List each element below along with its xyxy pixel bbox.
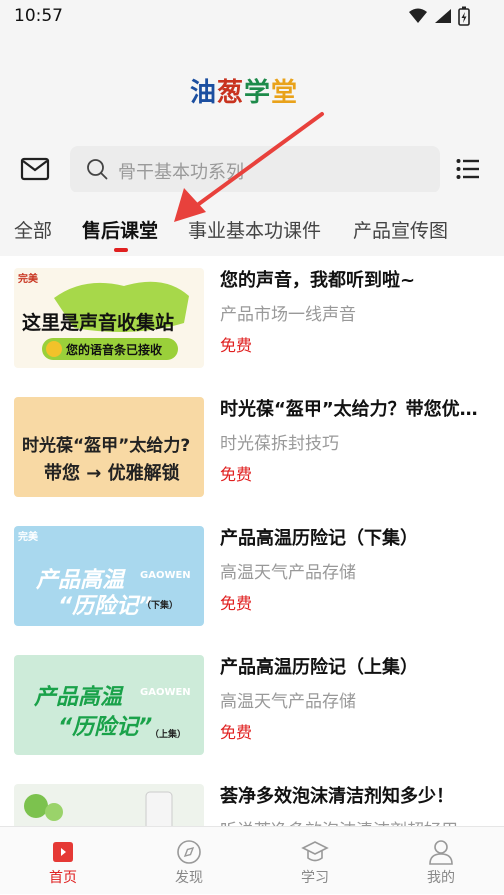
item-price: 免费 — [220, 594, 253, 613]
graduation-cap-icon — [301, 841, 329, 862]
item-title: 荟净多效泡沫清洁剂知多少！ — [220, 786, 454, 807]
thumb-episode: （下集） — [142, 601, 179, 611]
list-item[interactable]: 产品高温 GAOWEN “历险记” （上集） 产品高温历险记（上集） 高温天气产… — [0, 643, 504, 755]
tab-after-sales[interactable]: 售后课堂 — [82, 216, 158, 243]
nav-home[interactable]: 首页 — [0, 827, 126, 895]
thumb-brand: 完美 — [18, 274, 38, 285]
item-title: 您的声音，我都听到啦~ — [220, 270, 416, 291]
item-price: 免费 — [220, 336, 253, 355]
list-item[interactable]: 完美 这里是声音收集站 您的语音条已接收 您的声音，我都听到啦~ 产品市场一线声… — [0, 256, 504, 368]
item-subtitle: 高温天气产品存储 — [220, 692, 356, 712]
nav-label: 我的 — [427, 870, 455, 886]
logo-char: 油 — [190, 78, 218, 108]
list-item[interactable]: 时光葆“盔甲”太给力? 带您 → 优雅解锁 时光葆“盔甲”太给力？带您优… 时光… — [0, 385, 504, 497]
logo-char: 学 — [244, 78, 272, 108]
tab-product-posters[interactable]: 产品宣传图 — [353, 216, 448, 243]
course-list[interactable]: 完美 这里是声音收集站 您的语音条已接收 您的声音，我都听到啦~ 产品市场一线声… — [0, 256, 504, 826]
thumb-brand: 完美 — [18, 532, 38, 543]
status-bar: 10:57 — [0, 0, 504, 34]
logo-char: 葱 — [217, 78, 245, 108]
battery-icon — [458, 6, 470, 26]
mail-icon[interactable] — [20, 156, 50, 182]
home-icon — [53, 842, 73, 862]
nav-learn[interactable]: 学习 — [252, 827, 378, 895]
thumbnail: 完美 产品高温 GAOWEN “历险记” （下集） — [14, 526, 204, 626]
nav-mine[interactable]: 我的 — [378, 827, 504, 895]
thumb-episode: （上集） — [150, 730, 187, 740]
nav-label: 学习 — [301, 870, 329, 886]
item-title: 产品高温历险记（上集） — [220, 657, 418, 678]
signal-icon — [435, 9, 451, 23]
thumb-headline: 产品高温 — [34, 685, 123, 710]
bottom-nav: 首页 发现 学习 我的 — [0, 826, 504, 894]
status-time: 10:57 — [14, 6, 63, 26]
wifi-icon — [409, 8, 427, 23]
thumb-tag: GAOWEN — [140, 687, 191, 698]
nav-discover[interactable]: 发现 — [126, 827, 252, 895]
status-icons — [408, 6, 470, 26]
list-item[interactable]: 荟净多效泡沫清洁剂知多少！ 听说荟净多效泡沫清洁剂超好用 — [0, 772, 504, 826]
thumbnail — [14, 784, 204, 826]
search-icon — [87, 159, 108, 180]
app-logo: 油葱学堂 — [190, 72, 298, 109]
item-subtitle: 高温天气产品存储 — [220, 563, 356, 583]
item-subtitle: 产品市场一线声音 — [220, 305, 356, 325]
list-item[interactable]: 完美 产品高温 GAOWEN “历险记” （下集） 产品高温历险记（下集） 高温… — [0, 514, 504, 626]
search-input[interactable]: 骨干基本功系列 — [70, 146, 440, 193]
item-subtitle: 听说荟净多效泡沫清洁剂超好用 — [220, 816, 458, 826]
thumbnail: 完美 这里是声音收集站 您的语音条已接收 — [14, 268, 204, 368]
item-title: 时光葆“盔甲”太给力？带您优… — [220, 399, 478, 420]
thumb-headline: 时光葆“盔甲”太给力? — [22, 436, 191, 456]
thumb-tag: GAOWEN — [140, 570, 191, 581]
logo-char: 堂 — [271, 78, 299, 108]
thumbnail: 时光葆“盔甲”太给力? 带您 → 优雅解锁 — [14, 397, 204, 497]
thumbnail: 产品高温 GAOWEN “历险记” （上集） — [14, 655, 204, 755]
list-menu-icon[interactable] — [456, 158, 480, 180]
thumb-subline: 带您 → 优雅解锁 — [44, 463, 180, 484]
thumb-headline: 这里是声音收集站 — [22, 312, 175, 334]
compass-icon — [177, 840, 201, 864]
thumb-subline: “历险记” — [58, 594, 153, 619]
thumb-subline: 您的语音条已接收 — [66, 343, 163, 357]
tab-career-basics[interactable]: 事业基本功课件 — [188, 216, 321, 243]
item-price: 免费 — [220, 465, 253, 484]
user-icon — [429, 840, 453, 865]
item-price: 免费 — [220, 723, 253, 742]
tab-all[interactable]: 全部 — [14, 216, 52, 243]
item-title: 产品高温历险记（下集） — [220, 528, 418, 549]
nav-label: 发现 — [175, 870, 203, 886]
search-placeholder: 骨干基本功系列 — [118, 162, 244, 183]
thumb-subline: “历险记” — [58, 715, 153, 740]
item-subtitle: 时光葆拆封技巧 — [220, 434, 339, 454]
active-tab-indicator — [114, 248, 128, 252]
nav-label: 首页 — [49, 870, 77, 886]
